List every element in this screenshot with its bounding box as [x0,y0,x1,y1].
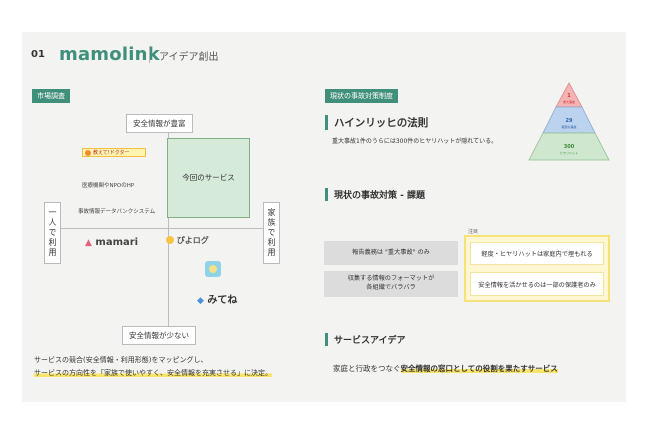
competitor-mitene: ◆ みてね [197,291,237,306]
our-service-box: 今回のサービス [167,138,250,218]
header-divider [149,47,150,63]
issue-left-1: 報告義務は "重大事故" のみ [324,241,458,265]
issue-right-2-text: 安全情報を活かせるのは一部の保護者のみ [478,281,596,289]
logo: mamolink [59,44,160,65]
competitor-mamari: ▲ mamari [85,237,138,248]
our-service-label: 今回のサービス [182,173,235,182]
competitor-medical: 医療機関やNPOのHP [82,183,135,189]
heinrich-pyramid: 1 重大事故 29 軽微な事故 300 ヒヤリハット [528,82,610,161]
banner-icon [85,150,91,156]
pyramid-value-3: 300 [564,144,575,150]
mitene-label: みてね [207,295,238,306]
idea-prefix: 家庭と行政をつなぐ [333,364,401,373]
idea-highlight: 安全情報の窓口としての役割を果たすサービス [400,364,558,373]
mamari-label: mamari [95,237,139,248]
banner-label: 教えて!ドクター [93,150,130,156]
idea-title: サービスアイデア [325,333,406,346]
axis-bottom-label: 安全情報が少ない [122,326,196,345]
competitor-piyolog: ぴよログ [166,235,209,246]
axis-right-label: 家族で利用 [263,202,280,264]
issue-right-1: 軽度・ヒヤリハットは家庭内で埋もれる [470,242,604,265]
issue-left-2: 収集する情報のフォーマットが 各組織でバラバラ [324,271,458,297]
heinrich-title: ハインリッヒの法則 [325,115,428,130]
market-summary: サービスの競合(安全情報・利用形態)をマッピングし、 サービスの方向性を「家族で… [34,354,314,380]
market-research-tag: 市場調査 [32,89,70,103]
issues-title: 現状の事故対策 - 課題 [325,188,425,201]
pyramid-value-1: 1 [567,93,571,99]
issue-left-2-line2: 各組織でバラバラ [366,284,416,291]
issue-left-2-line1: 収集する情報のフォーマットが [347,275,435,283]
issue-left-1-text: 報告義務は "重大事故" のみ [352,248,430,256]
summary-line-2: サービスの方向性を「家族で使いやすく、安全情報を充実させる」に決定。 [34,369,272,377]
pyramid-label-1: 重大事故 [563,99,575,104]
slide-number: 01 [31,49,45,60]
axis-left-label: 一人で利用 [44,202,61,264]
mamari-icon: ▲ [85,238,92,248]
app-icon-face [209,265,217,273]
issue-right-2: 安全情報を活かせるのは一部の保護者のみ [470,272,604,296]
piyolog-icon [166,236,174,244]
app-icon [205,261,221,277]
competitor-banner: 教えて!ドクター [82,148,146,157]
issue-right-1-text: 軽度・ヒヤリハットは家庭内で埋もれる [481,251,593,258]
heinrich-description: 重大事故1件のうらには300件のヒヤリハットが隠れている。 [332,138,498,145]
pyramid-label-3: ヒヤリハット [560,150,578,155]
pyramid-label-2: 軽微な事故 [561,124,576,129]
summary-line-1: サービスの競合(安全情報・利用形態)をマッピングし、 [34,356,208,364]
idea-statement: 家庭と行政をつなぐ安全情報の窓口としての役割を果たすサービス [333,363,558,374]
horizontal-axis [58,228,272,229]
current-measures-tag: 現状の事故対策制度 [325,89,398,103]
axis-top-label: 安全情報が豊富 [126,114,193,133]
note-label: 注目 [468,229,479,235]
pyramid-value-2: 29 [566,118,573,124]
piyolog-label: ぴよログ [176,236,209,245]
mitene-icon: ◆ [197,296,204,306]
slide: 01 mamolink アイデア創出 市場調査 安全情報が豊富 安全情報が少ない… [22,32,626,402]
page-title: アイデア創出 [159,52,219,63]
competitor-databank: 事故情報データバンクシステム [78,209,156,215]
highlight-box: 軽度・ヒヤリハットは家庭内で埋もれる 安全情報を活かせるのは一部の保護者のみ [464,235,610,302]
